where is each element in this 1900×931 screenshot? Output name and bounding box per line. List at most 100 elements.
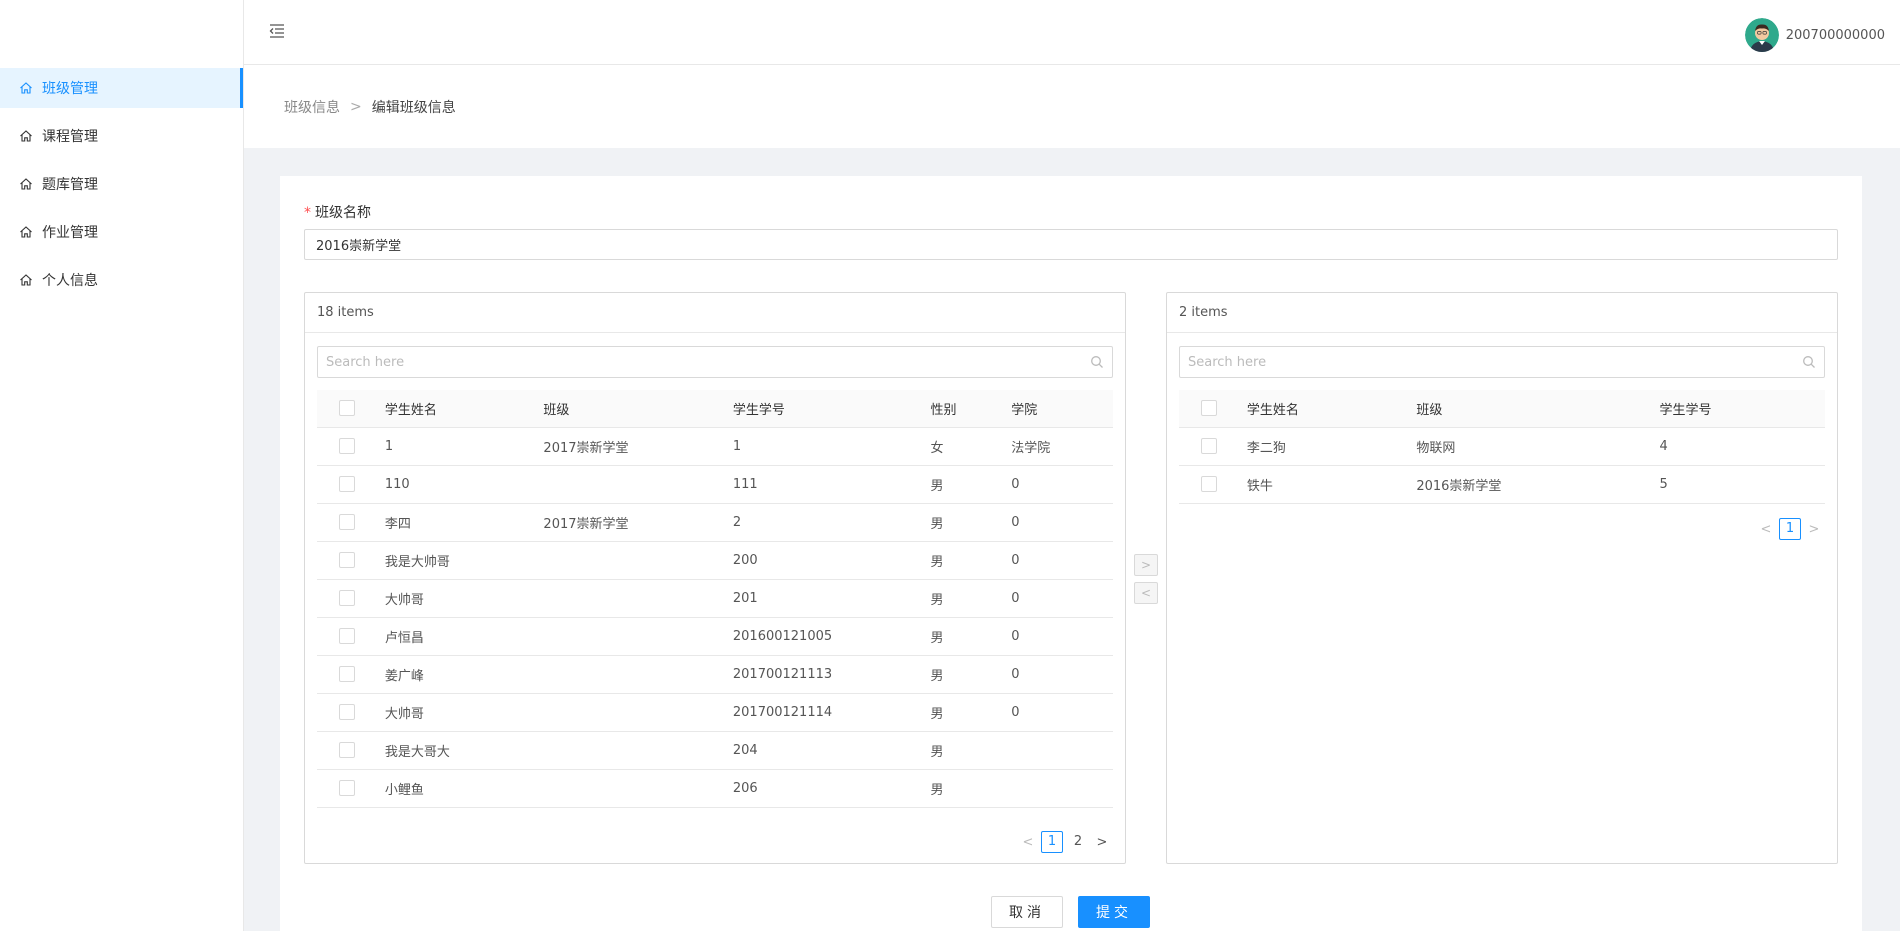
row-checkbox[interactable] <box>339 438 355 454</box>
source-search-input[interactable] <box>318 347 1112 377</box>
row-checkbox[interactable] <box>339 742 355 758</box>
required-mark: * <box>304 205 311 221</box>
sidebar: 班级管理 课程管理 题库管理 作业管理 个人信息 <box>0 0 244 931</box>
student-id-cell: 2 <box>732 503 931 542</box>
table-header-row: 学生姓名 班级 学生学号 <box>1179 390 1825 428</box>
prev-page-button[interactable]: < <box>1021 835 1035 850</box>
cancel-button[interactable]: 取消 <box>991 896 1063 928</box>
checkbox-cell <box>317 655 385 694</box>
home-icon <box>19 273 33 287</box>
target-search-input[interactable] <box>1180 347 1824 377</box>
sidebar-menu: 班级管理 课程管理 题库管理 作业管理 个人信息 <box>0 68 243 308</box>
select-all-cell <box>317 390 385 428</box>
row-checkbox[interactable] <box>339 704 355 720</box>
row-checkbox[interactable] <box>339 514 355 530</box>
source-search <box>317 346 1113 378</box>
breadcrumb: 班级信息 > 编辑班级信息 <box>244 65 1900 148</box>
user-menu[interactable]: 200700000000 <box>1744 18 1885 52</box>
page-1-button[interactable]: 1 <box>1779 518 1801 540</box>
table-row[interactable]: 我是大哥大 204 男 <box>317 731 1113 770</box>
breadcrumb-parent[interactable]: 班级信息 <box>284 97 340 117</box>
table-row[interactable]: 李四 2017崇新学堂 2 男 0 <box>317 503 1113 542</box>
row-checkbox[interactable] <box>339 590 355 606</box>
table-row[interactable]: 我是大帅哥 200 男 0 <box>317 541 1113 580</box>
student-id-cell: 5 <box>1659 465 1825 504</box>
move-to-right-button[interactable]: > <box>1134 554 1158 576</box>
college-cell: 0 <box>1011 693 1113 732</box>
gender-cell: 男 <box>930 503 1012 542</box>
row-checkbox[interactable] <box>1201 476 1217 492</box>
column-header: 学院 <box>1011 390 1113 428</box>
table-header-row: 学生姓名 班级 学生学号 性别 学院 <box>317 390 1113 428</box>
student-id-cell: 200 <box>732 541 931 580</box>
student-name-cell: 小鲤鱼 <box>384 769 544 808</box>
table-row[interactable]: 卢恒昌 201600121005 男 0 <box>317 617 1113 656</box>
gender-cell: 男 <box>930 769 1012 808</box>
table-row[interactable]: 铁牛 2016崇新学堂 5 <box>1179 465 1825 504</box>
column-header: 学生姓名 <box>384 390 544 428</box>
menu-fold-icon[interactable] <box>268 22 286 40</box>
move-to-left-button[interactable]: < <box>1134 582 1158 604</box>
home-icon <box>19 81 33 95</box>
table-row[interactable]: 大帅哥 201700121114 男 0 <box>317 693 1113 732</box>
student-id-cell: 201600121005 <box>732 617 931 656</box>
avatar <box>1744 18 1779 52</box>
college-cell: 0 <box>1011 465 1113 504</box>
student-name-cell: 我是大哥大 <box>384 731 544 770</box>
checkbox-cell <box>317 693 385 732</box>
student-id-cell: 201700121114 <box>732 693 931 732</box>
student-name-cell: 姜广峰 <box>384 655 544 694</box>
row-checkbox[interactable] <box>339 628 355 644</box>
college-cell: 0 <box>1011 655 1113 694</box>
home-icon <box>19 129 33 143</box>
edit-class-form: *班级名称 18 items 学生姓名 班级 学生学号 性别 学院 <box>280 176 1862 931</box>
sidebar-item-course-management[interactable]: 课程管理 <box>0 116 243 156</box>
next-page-button[interactable]: > <box>1095 835 1109 850</box>
sidebar-item-label: 课程管理 <box>42 129 98 145</box>
submit-button[interactable]: 提交 <box>1078 896 1150 928</box>
class-cell: 物联网 <box>1416 427 1660 466</box>
student-name-cell: 大帅哥 <box>384 579 544 618</box>
sidebar-item-label: 题库管理 <box>42 177 98 193</box>
table-row[interactable]: 李二狗 物联网 4 <box>1179 427 1825 466</box>
target-count: 2 items <box>1167 293 1837 333</box>
student-name-cell: 大帅哥 <box>384 693 544 732</box>
row-checkbox[interactable] <box>339 666 355 682</box>
class-name-input[interactable] <box>304 229 1838 260</box>
row-checkbox[interactable] <box>339 476 355 492</box>
column-header: 班级 <box>543 390 733 428</box>
table-row[interactable]: 1 2017崇新学堂 1 女 法学院 <box>317 427 1113 466</box>
checkbox-cell <box>1179 427 1247 466</box>
page-2-button[interactable]: 2 <box>1067 831 1089 853</box>
next-page-button[interactable]: > <box>1807 522 1821 537</box>
table-row[interactable]: 小鲤鱼 206 男 <box>317 769 1113 808</box>
select-all-checkbox[interactable] <box>339 400 355 417</box>
sidebar-item-homework-management[interactable]: 作业管理 <box>0 212 243 252</box>
table-row[interactable]: 姜广峰 201700121113 男 0 <box>317 655 1113 694</box>
select-all-checkbox[interactable] <box>1201 400 1217 417</box>
row-checkbox[interactable] <box>339 780 355 796</box>
sidebar-item-question-bank[interactable]: 题库管理 <box>0 164 243 204</box>
class-cell: 2017崇新学堂 <box>543 427 733 466</box>
source-pagination: < 1 2 > <box>1017 831 1113 853</box>
prev-page-button[interactable]: < <box>1759 522 1773 537</box>
college-cell: 0 <box>1011 503 1113 542</box>
checkbox-cell <box>317 579 385 618</box>
row-checkbox[interactable] <box>339 552 355 568</box>
class-name-label: * 班级名称 <box>304 202 371 222</box>
page-1-button[interactable]: 1 <box>1041 831 1063 853</box>
breadcrumb-current: 编辑班级信息 <box>371 99 456 116</box>
gender-cell: 男 <box>930 731 1012 770</box>
column-header: 班级 <box>1416 390 1660 428</box>
class-cell <box>543 655 733 694</box>
home-icon <box>19 225 33 239</box>
column-header: 学生学号 <box>732 390 931 428</box>
sidebar-item-personal-info[interactable]: 个人信息 <box>0 260 243 300</box>
table-row[interactable]: 110 111 男 0 <box>317 465 1113 504</box>
college-cell: 0 <box>1011 579 1113 618</box>
class-cell <box>543 465 733 504</box>
sidebar-item-class-management[interactable]: 班级管理 <box>0 68 243 108</box>
row-checkbox[interactable] <box>1201 438 1217 454</box>
class-cell: 2017崇新学堂 <box>543 503 733 542</box>
table-row[interactable]: 大帅哥 201 男 0 <box>317 579 1113 618</box>
